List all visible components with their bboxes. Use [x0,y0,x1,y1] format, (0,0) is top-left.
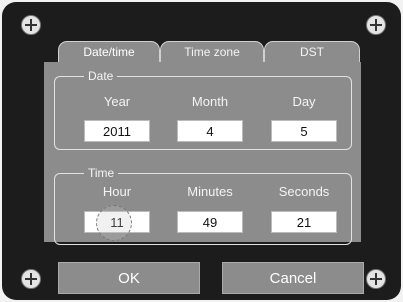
minutes-label: Minutes [187,184,233,199]
seconds-field[interactable]: 21 [271,211,337,233]
screw-icon [21,15,41,35]
minutes-field[interactable]: 49 [177,211,243,233]
cancel-button[interactable]: Cancel [222,262,364,294]
hour-label: Hour [102,184,132,199]
month-label: Month [191,94,229,109]
day-field[interactable]: 5 [271,120,337,142]
day-label: Day [292,94,316,109]
screw-icon [366,15,386,35]
tab-date-time[interactable]: Date/time [58,41,160,62]
date-group-title: Date [84,69,118,83]
hour-field[interactable]: 11 [84,211,150,233]
year-field[interactable]: 2011 [84,120,150,142]
year-label: Year [103,94,131,109]
screw-icon [366,269,386,289]
month-field[interactable]: 4 [177,120,243,142]
tab-dst[interactable]: DST [264,41,360,62]
tab-time-zone[interactable]: Time zone [160,41,264,62]
seconds-label: Seconds [278,184,330,199]
time-group-title: Time [84,166,119,180]
ok-button[interactable]: OK [58,262,200,294]
screw-icon [21,269,41,289]
